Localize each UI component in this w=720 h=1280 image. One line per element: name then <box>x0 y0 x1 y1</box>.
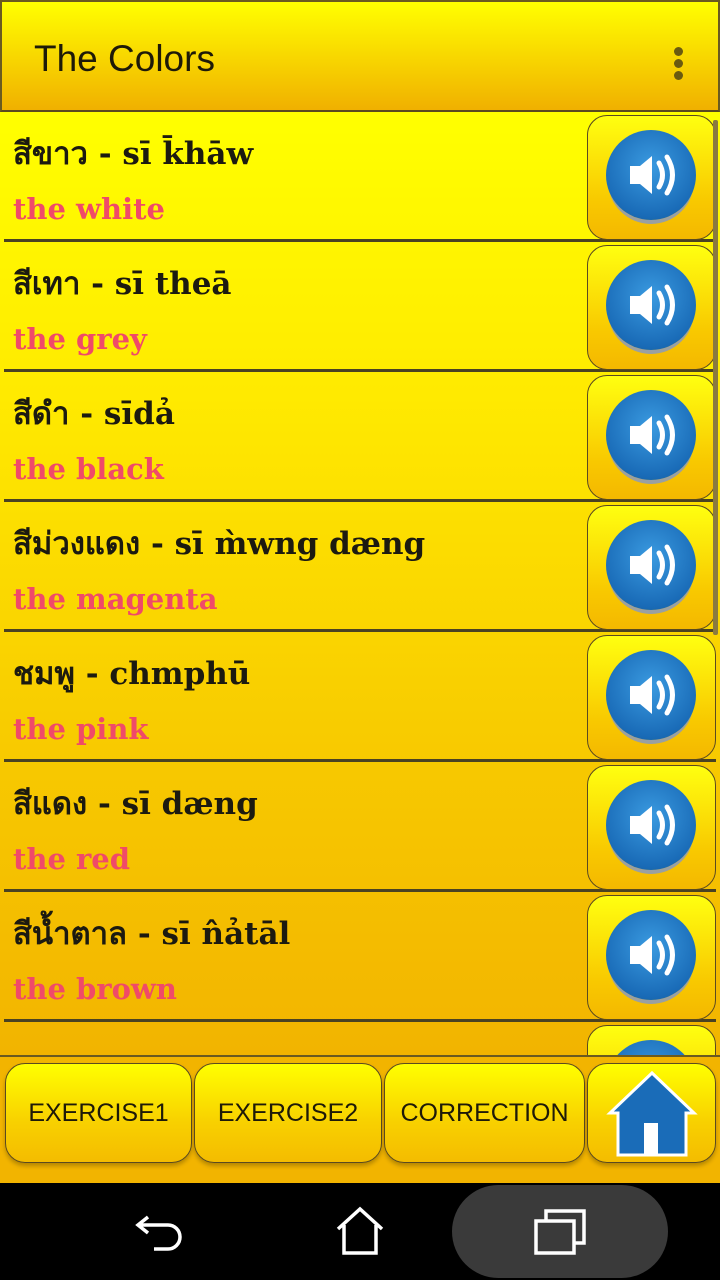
home-icon <box>605 1070 698 1157</box>
home-nav-icon[interactable] <box>334 1205 386 1257</box>
play-sound-button[interactable] <box>587 505 716 630</box>
correction-button[interactable]: CORRECTION <box>384 1063 585 1163</box>
word-list: สีขาว - sī k̄hāw the white สีเทา - sī theā… <box>0 112 720 1055</box>
bottom-bar: EXERCISE1 EXERCISE2 CORRECTION <box>0 1055 720 1183</box>
thai-word: ชมพู - chmphū <box>13 656 251 692</box>
thai-word: สีม่วงแดง - sī m̀wng dæng <box>13 526 426 562</box>
list-item[interactable]: สีแดง - sī dæng the red <box>4 762 716 892</box>
list-item[interactable]: สีดำ - sīdả the black <box>4 372 716 502</box>
play-sound-button[interactable] <box>587 375 716 500</box>
thai-word: สีดำ - sīdả <box>13 396 175 432</box>
english-translation: the grey <box>13 322 147 356</box>
thai-word: สีขาว - sī k̄hāw <box>13 136 254 172</box>
play-sound-button[interactable] <box>587 635 716 760</box>
home-button[interactable] <box>587 1063 716 1163</box>
recents-icon <box>534 1209 586 1255</box>
exercise2-button[interactable]: EXERCISE2 <box>194 1063 382 1163</box>
thai-word: สีแดง - sī dæng <box>13 786 258 822</box>
list-item[interactable]: สีม่วงแดง - sī m̀wng dæng the magenta <box>4 502 716 632</box>
exercise1-button[interactable]: EXERCISE1 <box>5 1063 192 1163</box>
page-title: The Colors <box>34 38 215 79</box>
list-item-partial[interactable] <box>4 1022 716 1055</box>
english-translation: the white <box>13 192 165 226</box>
english-translation: the black <box>13 452 164 486</box>
more-vert-icon[interactable] <box>674 47 684 81</box>
play-sound-button[interactable] <box>587 765 716 890</box>
play-sound-button[interactable] <box>587 115 716 240</box>
play-sound-button[interactable] <box>587 895 716 1020</box>
back-icon[interactable] <box>134 1207 186 1255</box>
list-item[interactable]: ชมพู - chmphū the pink <box>4 632 716 762</box>
english-translation: the brown <box>13 972 177 1006</box>
play-sound-button[interactable] <box>587 1025 716 1055</box>
app-bar: The Colors <box>0 0 720 112</box>
english-translation: the magenta <box>13 582 218 616</box>
play-sound-button[interactable] <box>587 245 716 370</box>
recents-button[interactable] <box>452 1185 668 1278</box>
thai-word: สีเทา - sī theā <box>13 266 232 302</box>
system-nav-bar <box>0 1183 720 1280</box>
thai-word: สีน้ำตาล - sī n̂ảtāl <box>13 916 291 952</box>
english-translation: the red <box>13 842 131 876</box>
english-translation: the pink <box>13 712 149 746</box>
list-item[interactable]: สีเทา - sī theā the grey <box>4 242 716 372</box>
scrollbar[interactable] <box>713 120 718 635</box>
list-item[interactable]: สีขาว - sī k̄hāw the white <box>4 112 716 242</box>
list-item[interactable]: สีน้ำตาล - sī n̂ảtāl the brown <box>4 892 716 1022</box>
